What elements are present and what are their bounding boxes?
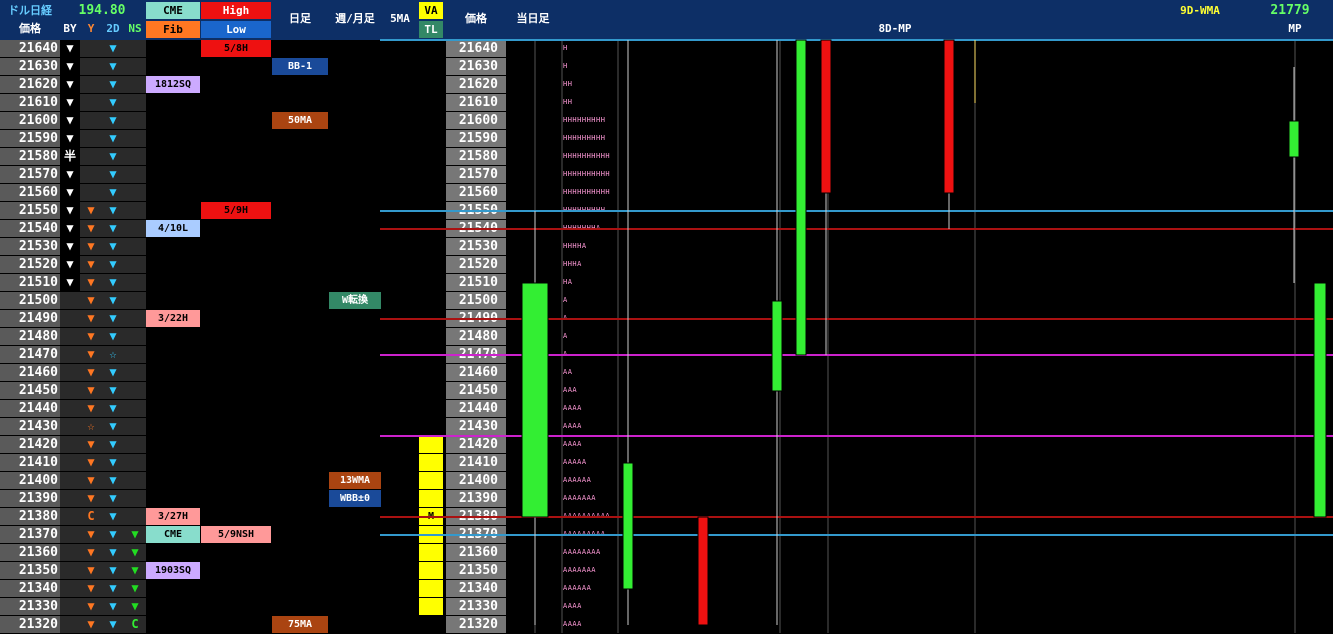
candle-body <box>1288 120 1300 158</box>
candle-body <box>943 39 955 194</box>
candle-body <box>795 39 807 356</box>
candle-body <box>771 300 783 392</box>
candle-chart <box>380 39 1333 633</box>
candle-body <box>697 516 709 626</box>
candle-body <box>1313 282 1327 518</box>
candle-body <box>521 282 549 518</box>
candle-body <box>820 39 832 194</box>
candle-body <box>622 462 634 590</box>
